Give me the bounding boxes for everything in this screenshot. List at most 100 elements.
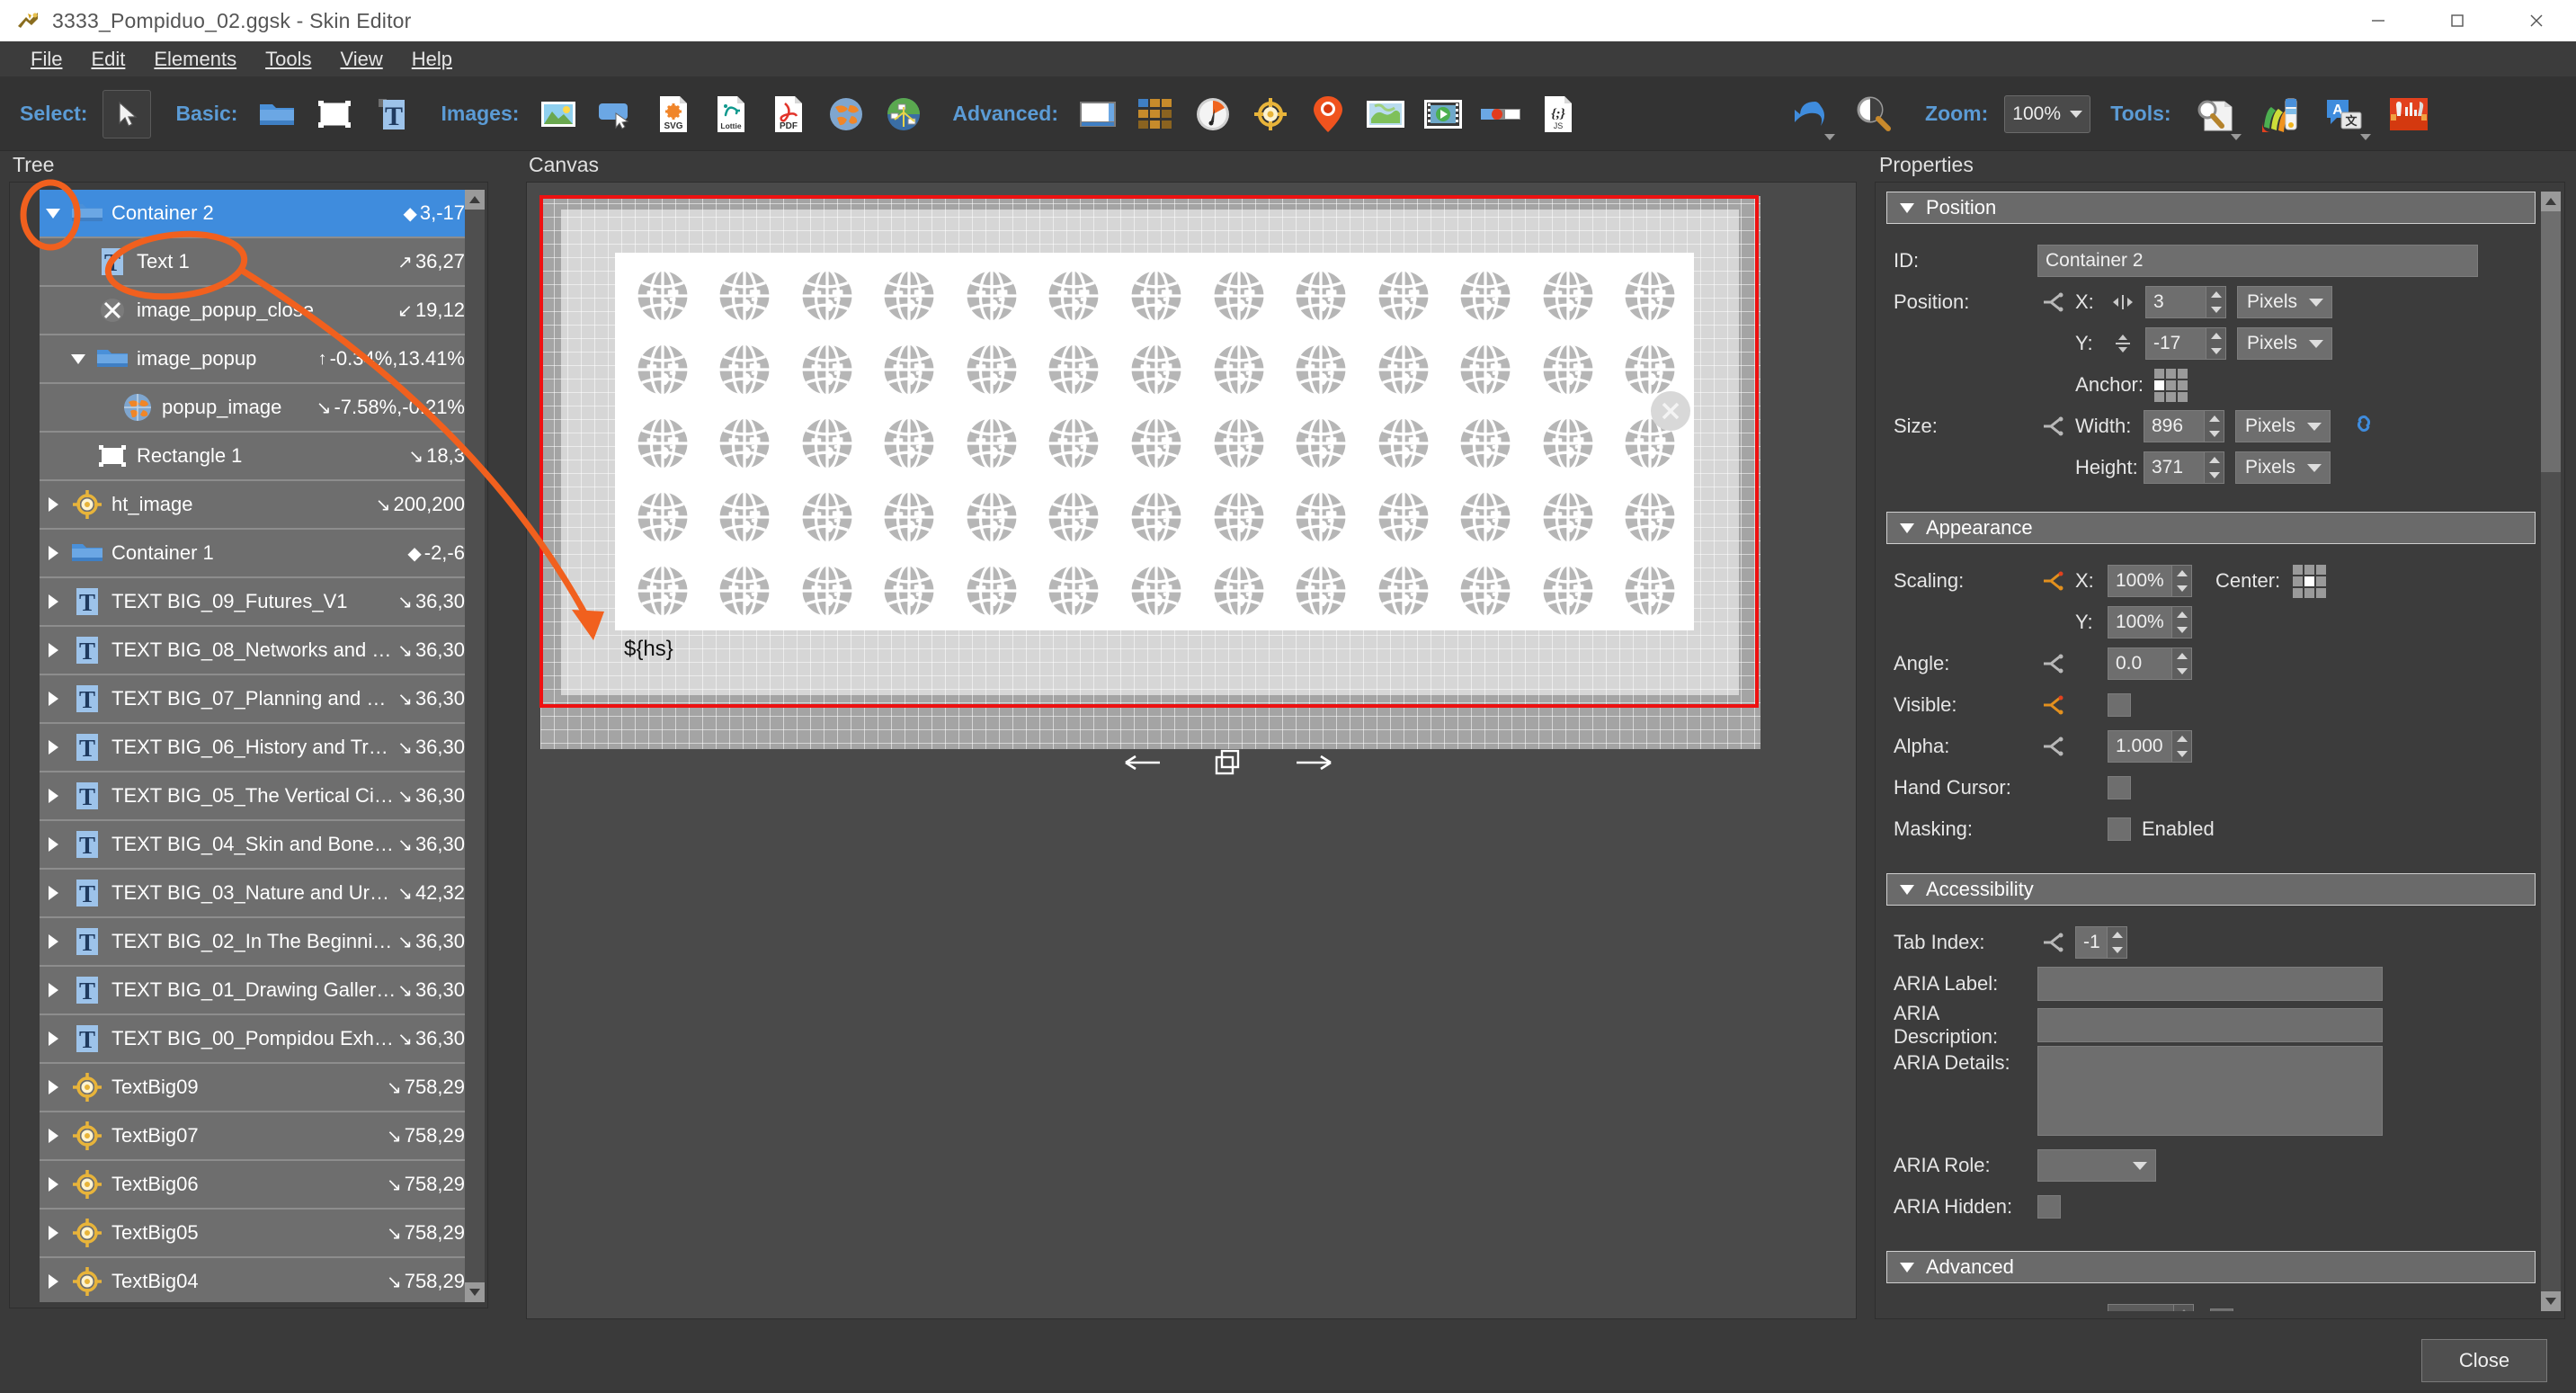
close-x-icon[interactable] [1651,391,1690,431]
map-icon[interactable] [1361,90,1410,138]
text-element-icon[interactable]: T [368,90,416,138]
center-picker[interactable] [2293,564,2327,598]
chevron-down-icon[interactable] [2359,133,2371,140]
tab-index-stepper[interactable]: -1 [2075,926,2127,959]
chevron-right-icon[interactable] [43,643,63,657]
masking-checkbox[interactable] [2108,817,2131,841]
chevron-down-icon[interactable] [1824,133,1836,140]
visible-link-icon[interactable] [2037,692,2068,719]
angle-link-icon[interactable] [2037,650,2068,677]
panorama-window-icon[interactable] [1074,90,1122,138]
width-unit-select[interactable]: Pixels [2235,410,2331,442]
tree-row[interactable]: T TEXT BIG_02_In The Beginning_V16...↘36,… [40,918,476,967]
aria-hidden-checkbox[interactable] [2037,1195,2061,1219]
scale-y-stepper[interactable]: 100% [2108,606,2192,638]
visible-checkbox[interactable] [2108,693,2131,717]
scale-y-input[interactable]: 100% [2108,606,2172,638]
chevron-down-icon[interactable] [43,208,63,219]
y-stepper[interactable]: -17 [2145,327,2226,360]
chevron-right-icon[interactable] [43,1226,63,1240]
globe-icon[interactable] [822,90,870,138]
chevron-right-icon[interactable] [43,546,63,560]
cursor-arrow-icon[interactable] [103,89,152,138]
close-button[interactable]: Close [2421,1339,2547,1382]
position-link-icon[interactable] [2037,289,2068,316]
menu-item-edit[interactable]: Edit [76,44,139,75]
aria-description-input[interactable] [2037,1008,2383,1042]
hand-cursor-checkbox[interactable] [2108,776,2131,799]
height-input[interactable]: 371 [2144,451,2205,484]
scrollbar-thumb[interactable] [2541,211,2561,472]
scroll-up-icon[interactable] [2541,192,2561,211]
slider-icon[interactable] [1476,90,1525,138]
width-input[interactable]: 896 [2144,410,2205,442]
x-stepper[interactable]: 3 [2145,286,2226,318]
tree-row[interactable]: T TEXT BIG_03_Nature and Urbanity_...↘42,… [40,870,476,918]
arrow-left-icon[interactable] [1120,751,1163,774]
tab-index-link-icon[interactable] [2037,929,2068,956]
section-header-advanced[interactable]: Advanced [1886,1251,2536,1283]
aria-role-select[interactable] [2037,1149,2156,1182]
section-header-position[interactable]: Position [1886,192,2536,224]
toolbox-icon[interactable] [2381,86,2437,142]
scale-x-input[interactable]: 100% [2108,565,2172,597]
svg-file-icon[interactable]: SVG [649,90,698,138]
aspect-lock-icon[interactable] [2350,411,2377,442]
tree-row[interactable]: TextBig05 ↘ 758,29 [40,1210,476,1258]
z-index-default-checkbox[interactable]: ✓ [2210,1308,2233,1311]
id-input[interactable]: Container 2 [2037,245,2478,277]
anchor-picker[interactable] [2154,368,2188,402]
chevron-right-icon[interactable] [43,983,63,997]
chevron-right-icon[interactable] [43,692,63,706]
rectangle-icon[interactable] [310,90,359,138]
undo-icon[interactable] [1780,86,1836,142]
arrow-right-icon[interactable] [1293,751,1336,774]
menu-item-view[interactable]: View [325,44,397,75]
aria-label-input[interactable] [2037,967,2383,1001]
thumbnail-grid-icon[interactable] [1131,90,1180,138]
chevron-right-icon[interactable] [43,1080,63,1094]
tree-row[interactable]: T TEXT BIG_06_History and Tradition...↘36… [40,724,476,772]
tree-list[interactable]: Container 2 ◆ 3,-17 T Text 1 ↗ 36,27 image_popu… [40,190,476,1302]
map-hotspot-icon[interactable] [879,90,928,138]
button-icon[interactable] [592,90,640,138]
menu-item-elements[interactable]: Elements [139,44,251,75]
z-index-input[interactable]: Default [2108,1304,2176,1311]
tree-row[interactable]: T TEXT BIG_08_Networks and Mobilit...↘36,… [40,627,476,675]
chevron-right-icon[interactable] [43,1031,63,1046]
vertical-align-icon[interactable] [2108,330,2138,357]
chevron-down-icon[interactable] [2230,133,2242,140]
tree-row[interactable]: T TEXT BIG_04_Skin and Bones_V3 ↘ 36,30 [40,821,476,870]
tree-row[interactable]: Rectangle 1 ↘ 18,3 [40,433,476,481]
tree-row[interactable]: Container 1 ◆ -2,-6 [40,530,476,578]
scaling-link-icon[interactable] [2037,567,2068,594]
inspect-package-icon[interactable] [2187,86,2242,142]
aria-details-input[interactable] [2037,1046,2383,1136]
alpha-link-icon[interactable] [2037,733,2068,760]
alpha-input[interactable]: 1.000 [2108,730,2172,763]
width-stepper[interactable]: 896 [2144,410,2224,442]
chevron-right-icon[interactable] [43,740,63,755]
chevron-right-icon[interactable] [43,837,63,852]
tree-vertical-scrollbar[interactable] [465,190,485,1302]
y-input[interactable]: -17 [2145,327,2206,360]
hs-text-element[interactable]: ${hs} [624,637,673,662]
tree-row[interactable]: T TEXT BIG_09_Futures_V1 ↘ 36,30 [40,578,476,627]
scroll-down-icon[interactable] [465,1282,485,1302]
angle-input[interactable]: 0.0 [2108,647,2172,680]
chevron-right-icon[interactable] [43,886,63,900]
chevron-down-icon[interactable] [68,353,88,364]
horizontal-align-icon[interactable] [2108,289,2138,316]
maximize-button[interactable] [2418,0,2497,41]
chevron-right-icon[interactable] [43,594,63,609]
tree-row[interactable]: TextBig07 ↘ 758,29 [40,1112,476,1161]
z-index-stepper[interactable]: Default [2108,1304,2194,1311]
height-stepper[interactable]: 371 [2144,451,2224,484]
x-input[interactable]: 3 [2145,286,2206,318]
tree-row[interactable]: T Text 1 ↗ 36,27 [40,238,476,287]
tree-row[interactable]: T TEXT BIG_05_The Vertical City_V4 ↘ 36,30 [40,772,476,821]
folder-container-icon[interactable] [253,90,301,138]
tree-row[interactable]: TextBig06 ↘ 758,29 [40,1161,476,1210]
scale-x-stepper[interactable]: 100% [2108,565,2192,597]
tree-row[interactable]: TextBig09 ↘ 758,29 [40,1064,476,1112]
